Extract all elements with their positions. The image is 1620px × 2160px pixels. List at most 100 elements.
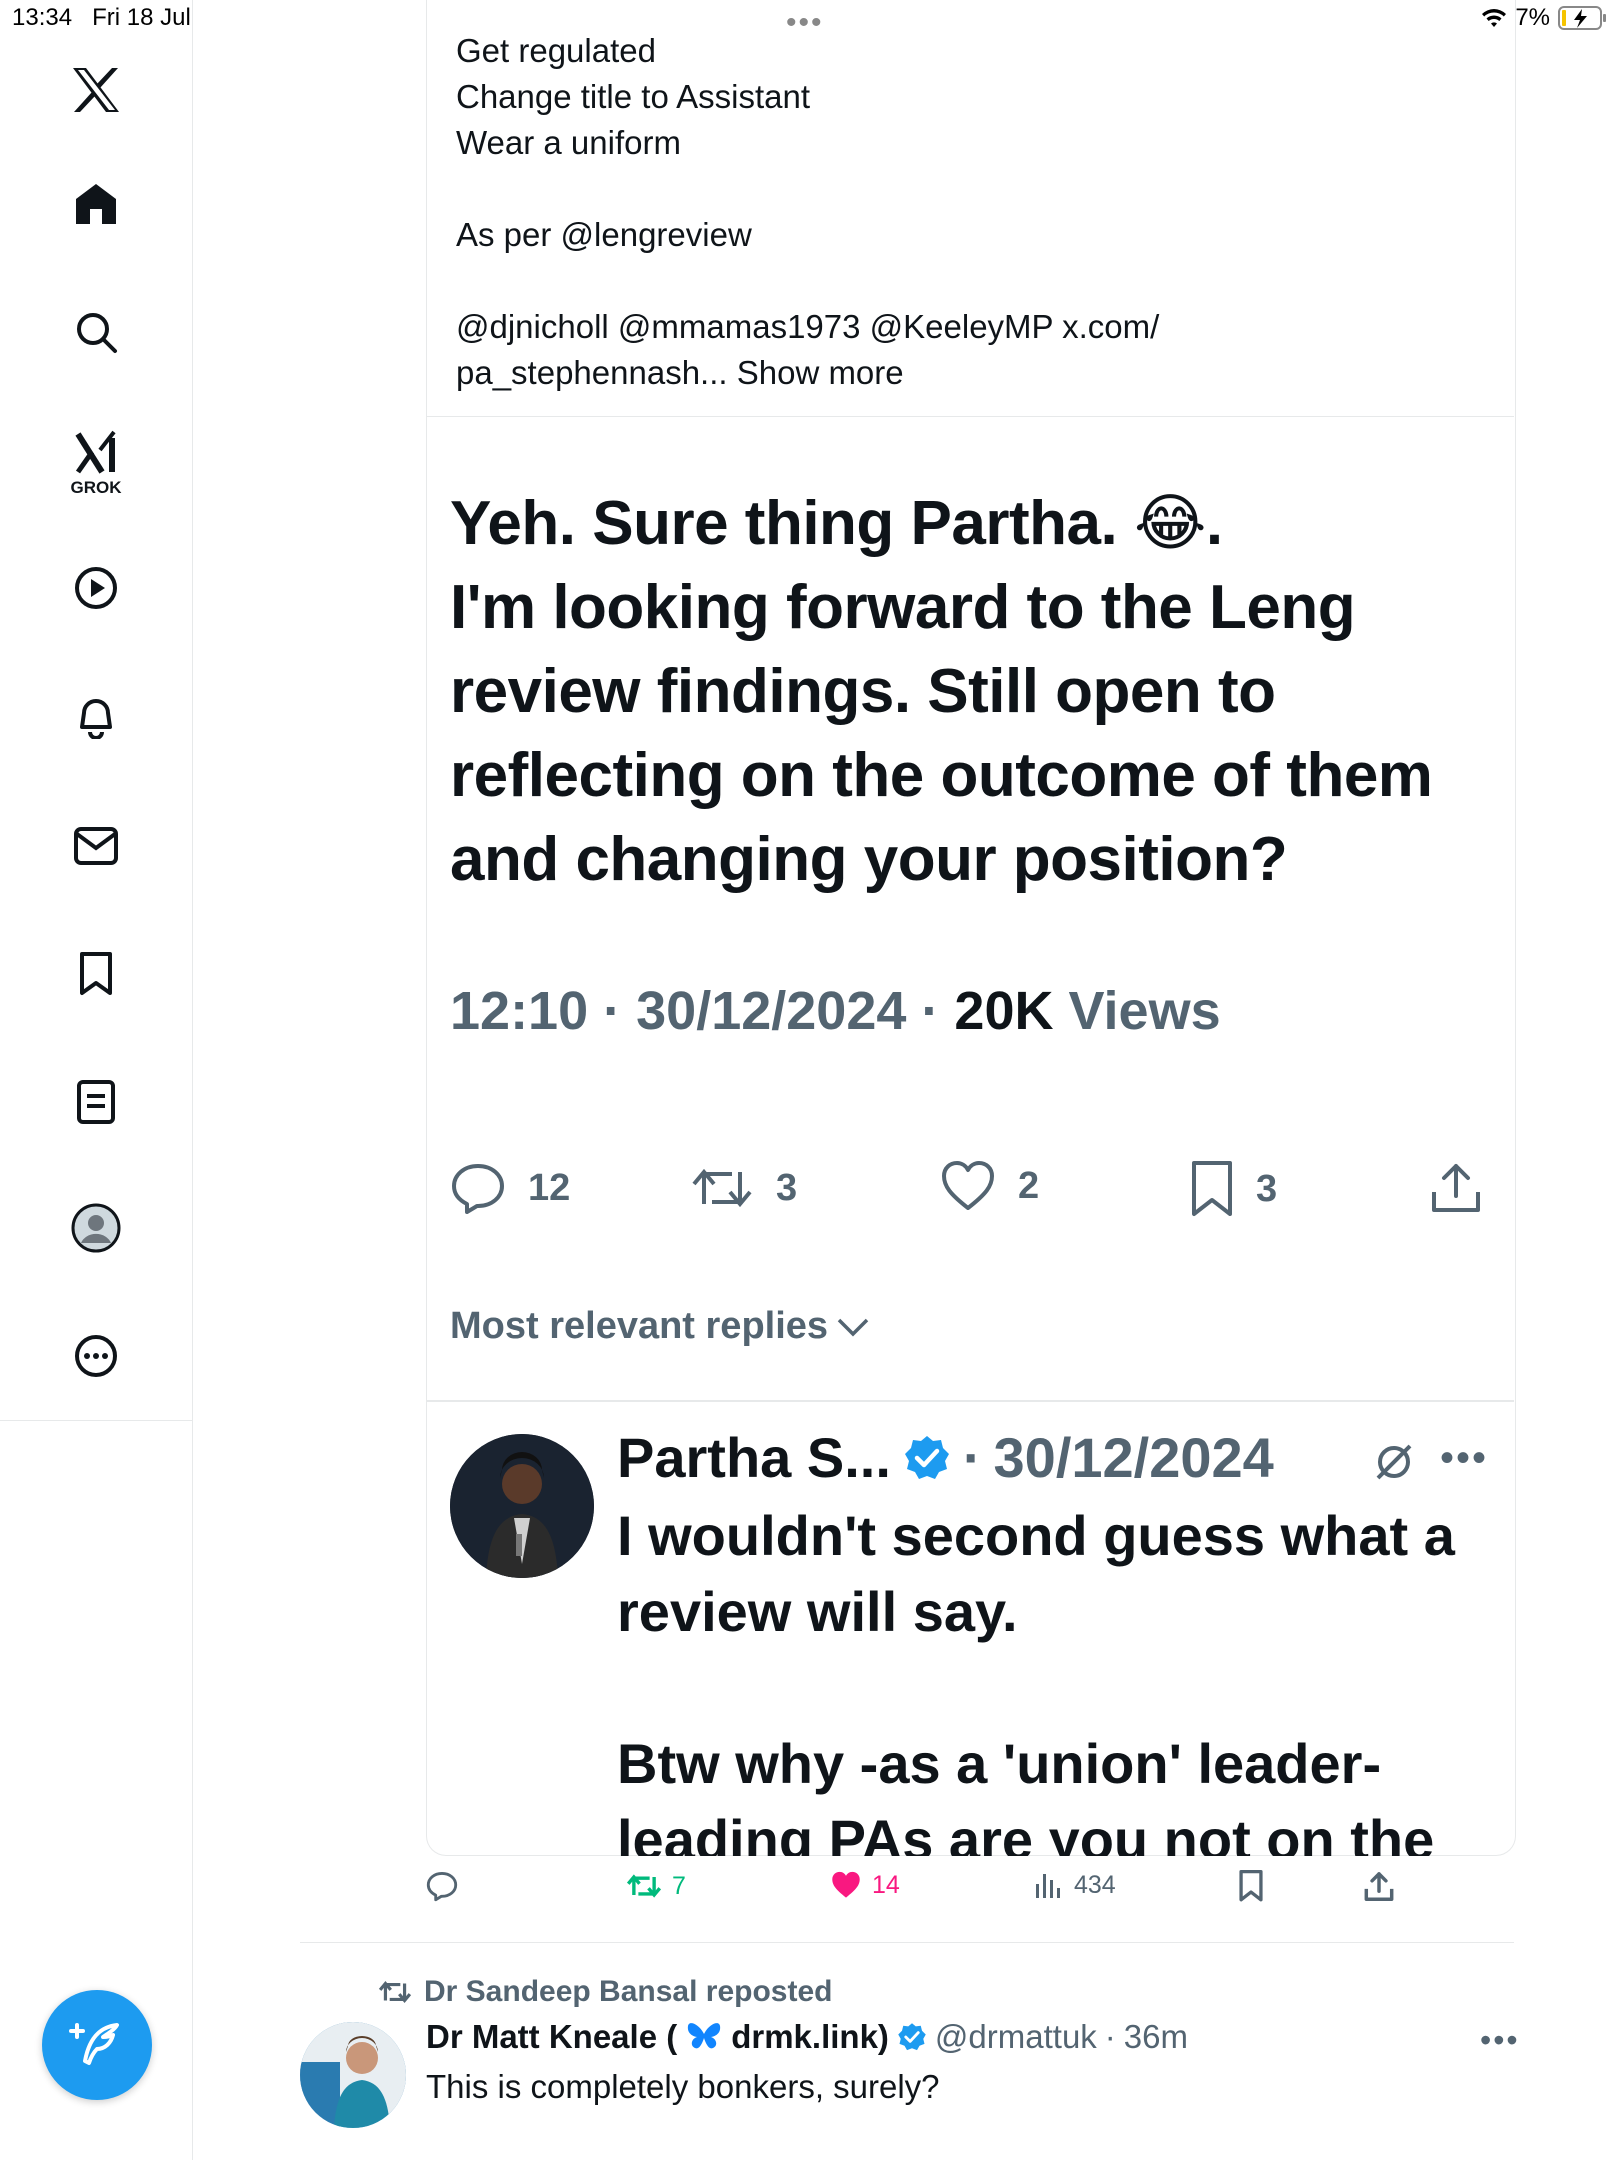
meta-dot: · [921,981,940,1041]
repost-button[interactable]: 3 [690,1160,797,1216]
feed-author-avatar[interactable] [300,2022,406,2128]
video-icon[interactable] [68,560,124,616]
context-line [456,166,1456,212]
main-tweet-text-part1: Yeh. Sure thing Partha. [450,489,1134,558]
sidebar-divider [0,1420,192,1421]
reply-line: Btw why -as a 'union' leader- [617,1732,1382,1795]
butterfly-icon [688,2023,721,2049]
battery-percent: 7% [1515,4,1550,31]
timeline-border [192,1420,193,2160]
meta-dot: · [603,981,622,1041]
heart-filled-icon [832,1871,860,1898]
quote-tweet-actions: 7 14 434 [426,1870,1426,1920]
repost-count: 3 [776,1166,798,1209]
home-icon[interactable] [68,176,124,232]
like-count: 2 [1018,1164,1040,1207]
reply-line [617,1650,1497,1726]
context-tweet-text: Get regulated Change title to Assistant … [456,28,1456,396]
context-line-mentions[interactable]: @djnicholl @mmamas1973 @KeeleyMP x.com/ [456,304,1456,350]
heart-icon [942,1161,994,1210]
sidebar: GROK [0,0,193,1420]
context-line: Get regulated [456,32,656,69]
quote-reply-button[interactable] [426,1870,458,1902]
feed-time[interactable]: 36m [1124,2018,1188,2056]
feed-tweet-text: This is completely bonkers, surely? [426,2068,940,2105]
quote-like-count: 14 [872,1870,900,1899]
bookmark-icon [1192,1161,1232,1216]
views-label[interactable]: Views [1069,981,1221,1041]
main-tweet-text: Yeh. Sure thing Partha. 😂. I'm looking f… [450,482,1490,902]
divider [300,1942,1514,1943]
feed-author-name[interactable]: Dr Matt Kneale ( [426,2018,677,2056]
context-line-show-more[interactable]: pa_stephennash... Show more [456,350,1456,396]
bookmark-button[interactable]: 3 [1190,1160,1277,1218]
reply-date[interactable]: 30/12/2024 [994,1425,1274,1490]
quote-repost-count: 7 [672,1871,686,1900]
messages-icon[interactable] [68,818,124,874]
repost-icon [692,1168,752,1208]
context-line: As per @lengreview [456,216,752,253]
divider [427,1400,1514,1402]
reply-header: Partha S... · 30/12/2024 [617,1425,1274,1490]
laughing-emoji: 😂 [1133,489,1206,558]
bookmarks-icon[interactable] [68,946,124,1002]
reply-more-icon[interactable]: ••• [1440,1436,1488,1481]
feed-dot: · [1104,2018,1116,2055]
profile-icon[interactable] [68,1200,124,1256]
context-line [456,258,1456,304]
reply-sort-label: Most relevant replies [450,1305,829,1347]
feed-more-icon[interactable]: ••• [1480,2022,1520,2059]
quote-bookmark-button[interactable] [1238,1870,1264,1902]
bookmark-count: 3 [1256,1167,1278,1210]
reply-button[interactable]: 12 [450,1160,570,1216]
repost-icon [378,1981,412,2003]
reply-icon [452,1164,504,1214]
like-button[interactable]: 2 [940,1160,1039,1212]
compose-button[interactable] [42,1990,152,2100]
reply-line: leading PAs are you not on the [617,1808,1435,1856]
quote-views-count: 434 [1074,1870,1116,1899]
views-chart-icon [1036,1874,1060,1898]
grok-label: GROK [70,478,122,497]
tweet-date[interactable]: 30/12/2024 [636,981,906,1041]
share-button[interactable] [1430,1160,1482,1214]
views-count: 20K [954,981,1054,1041]
reply-line: I wouldn't second guess what a [617,1504,1455,1567]
x-logo-icon[interactable] [68,62,124,118]
context-line: Change title to Assistant [456,78,811,115]
grok-icon[interactable] [68,424,124,480]
reply-avatar[interactable] [450,1434,594,1578]
share-icon [1364,1872,1394,1901]
feed-header: Dr Matt Kneale ( drmk.link) @drmattuk · … [426,2018,1188,2056]
chevron-down-icon [837,1318,869,1336]
quote-share-button[interactable] [1364,1870,1394,1902]
feed-author-link[interactable]: drmk.link) [731,2018,889,2056]
reply-text: I wouldn't second guess what a review wi… [617,1498,1497,1856]
context-line: Wear a uniform [456,124,681,161]
tweet-meta: 12:10 · 30/12/2024 · 20K Views [450,980,1221,1042]
quote-views-button[interactable]: 434 [1034,1870,1116,1900]
reply-author-name[interactable]: Partha S... [617,1425,891,1490]
lists-icon[interactable] [68,1074,124,1130]
quote-repost-button[interactable]: 7 [626,1870,686,1902]
verified-badge-icon [898,2023,926,2051]
battery-charging-icon [1558,6,1606,30]
feed-author-handle[interactable]: @drmattuk [935,2018,1097,2056]
grok-analyze-icon[interactable] [1372,1440,1416,1489]
reply-line: review will say. [617,1580,1018,1643]
notifications-icon[interactable] [68,688,124,744]
divider [427,416,1514,417]
more-icon[interactable] [68,1328,124,1384]
verified-badge-icon [904,1435,949,1479]
bookmark-icon [1239,1870,1263,1902]
quote-like-button[interactable]: 14 [830,1870,900,1900]
reply-sort-dropdown[interactable]: Most relevant replies [450,1305,870,1348]
tweet-actions: 12 3 2 3 [450,1160,1490,1240]
repost-context[interactable]: Dr Sandeep Bansal reposted [378,1975,832,2009]
reposted-by-label: Dr Sandeep Bansal reposted [424,1975,833,2008]
tweet-time[interactable]: 12:10 [450,981,588,1041]
search-icon[interactable] [68,304,124,360]
reply-dot: · [962,1426,982,1489]
compose-feather-icon [69,2023,119,2065]
reply-count: 12 [528,1166,571,1209]
